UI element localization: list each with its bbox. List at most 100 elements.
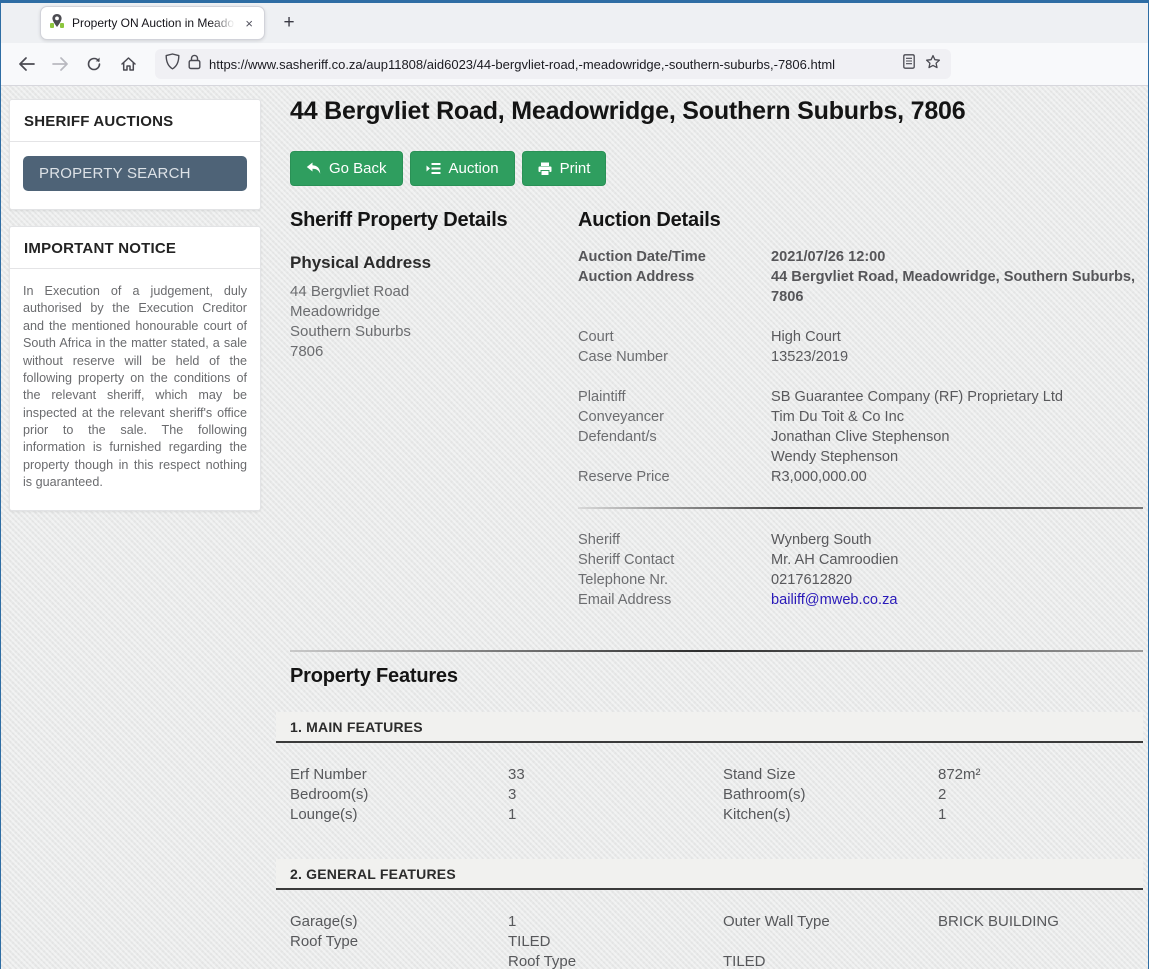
feature-value [938,932,1143,952]
bookmark-star-icon[interactable] [925,54,941,75]
reload-icon[interactable] [79,49,109,79]
detail-label: Email Address [578,590,771,610]
detail-label: Auction Address [578,267,771,307]
sheriff-property-details-heading: Sheriff Property Details [290,209,578,232]
feature-value: TILED [508,932,723,952]
detail-label: Case Number [578,347,771,367]
detail-row: Sheriff ContactMr. AH Camroodien [578,550,1143,570]
feature-table: Garage(s)1Outer Wall TypeBRICK BUILDINGR… [276,890,1143,969]
detail-row: ConveyancerTim Du Toit & Co Inc [578,407,1143,427]
auction-button[interactable]: Auction [410,151,515,186]
email-link[interactable]: bailiff@mweb.co.za [771,590,1143,610]
important-notice-text: In Execution of a judgement, duly author… [23,283,247,492]
detail-row: Reserve PriceR3,000,000.00 [578,467,1143,487]
auction-detail-group: SheriffWynberg SouthSheriff ContactMr. A… [578,530,1143,610]
feature-label: Lounge(s) [290,805,508,825]
address-line: 44 Bergvliet Road [290,282,578,302]
shield-icon[interactable] [165,53,180,75]
action-buttons: Go Back Auction Print [290,151,1143,186]
feature-value: 3 [508,785,723,805]
detail-label: Telephone Nr. [578,570,771,590]
detail-value: Wynberg South [771,530,1143,550]
feature-label: Erf Number [290,765,508,785]
new-tab-button[interactable]: + [277,11,301,35]
url-text[interactable]: https://www.sasheriff.co.za/aup11808/aid… [209,57,895,72]
detail-row: Wendy Stephenson [578,447,1143,467]
detail-value: 44 Bergvliet Road, Meadowridge, Southern… [771,267,1143,307]
reply-arrow-icon [306,162,321,175]
feature-value: 33 [508,765,723,785]
feature-section-header: 1. MAIN FEATURES [276,712,1143,743]
feature-row: Bedroom(s)3Bathroom(s)2 [290,785,1143,805]
feature-section-header: 2. GENERAL FEATURES [276,859,1143,890]
detail-label: Auction Date/Time [578,247,771,267]
feature-section-title: 2. GENERAL FEATURES [290,866,1129,882]
feature-row: Roof TypeTILED [290,952,1143,969]
feature-table: Erf Number33Stand Size872m²Bedroom(s)3Ba… [276,743,1143,835]
detail-row: Defendant/sJonathan Clive Stephenson [578,427,1143,447]
forward-arrow-icon[interactable] [45,49,75,79]
feature-value [938,952,1143,969]
detail-value: Wendy Stephenson [771,447,1143,467]
feature-label: Kitchen(s) [723,805,938,825]
feature-label: Outer Wall Type [723,912,938,932]
detail-value: SB Guarantee Company (RF) Proprietary Lt… [771,387,1143,407]
feature-label: Stand Size [723,765,938,785]
reader-view-icon[interactable] [903,54,915,74]
feature-label [290,952,508,969]
feature-label: Bedroom(s) [290,785,508,805]
auction-detail-group: Auction Date/Time2021/07/26 12:00Auction… [578,247,1143,307]
auction-details-column: Auction Details Auction Date/Time2021/07… [578,209,1143,630]
sheriff-auctions-panel: SHERIFF AUCTIONS PROPERTY SEARCH [9,99,261,210]
detail-row: Auction Address44 Bergvliet Road, Meadow… [578,267,1143,307]
feature-value: 1 [508,805,723,825]
feature-value: 2 [938,785,1143,805]
detail-label: Conveyancer [578,407,771,427]
feature-value: BRICK BUILDING [938,912,1143,932]
address-line: Southern Suburbs [290,322,578,342]
detail-row: Case Number13523/2019 [578,347,1143,367]
browser-window: Property ON Auction in Meado × + https:/… [0,0,1149,969]
home-icon[interactable] [113,49,143,79]
detail-row: CourtHigh Court [578,327,1143,347]
feature-label: Roof Type [290,932,508,952]
browser-tab[interactable]: Property ON Auction in Meado × [40,6,265,40]
tab-close-icon[interactable]: × [242,15,256,32]
list-icon [426,162,441,175]
page-title: 44 Bergvliet Road, Meadowridge, Southern… [290,97,1143,126]
detail-label: Court [578,327,771,347]
sidebar: SHERIFF AUCTIONS PROPERTY SEARCH IMPORTA… [9,99,261,527]
back-arrow-icon[interactable] [11,49,41,79]
lock-icon[interactable] [188,54,201,75]
detail-row: SheriffWynberg South [578,530,1143,550]
features-sections: 1. MAIN FEATURES Erf Number33Stand Size87… [276,712,1143,969]
detail-value: Jonathan Clive Stephenson [771,427,1143,447]
address-line: 7806 [290,342,578,362]
property-search-button[interactable]: PROPERTY SEARCH [23,156,247,191]
feature-label [723,932,938,952]
detail-value: 0217612820 [771,570,1143,590]
content-divider [290,650,1143,652]
url-bar[interactable]: https://www.sasheriff.co.za/aup11808/aid… [155,49,951,79]
auction-details-heading: Auction Details [578,209,1143,232]
feature-row: Roof TypeTILED [290,932,1143,952]
detail-value: 2021/07/26 12:00 [771,247,1143,267]
go-back-button[interactable]: Go Back [290,151,403,186]
tab-title: Property ON Auction in Meado [72,16,235,30]
property-details-column: Sheriff Property Details Physical Addres… [290,209,578,630]
feature-label: Garage(s) [290,912,508,932]
tab-bar: Property ON Auction in Meado × + [1,1,1148,43]
detail-label: Plaintiff [578,387,771,407]
feature-label: Bathroom(s) [723,785,938,805]
sheriff-auctions-title: SHERIFF AUCTIONS [24,113,246,130]
print-button[interactable]: Print [522,151,607,186]
page-content: SHERIFF AUCTIONS PROPERTY SEARCH IMPORTA… [1,86,1148,969]
feature-row: Garage(s)1Outer Wall TypeBRICK BUILDING [290,912,1143,932]
printer-icon [538,162,552,176]
feature-section-title: 1. MAIN FEATURES [290,719,1129,735]
detail-label [578,447,771,467]
feature-row: Erf Number33Stand Size872m² [290,765,1143,785]
physical-address-heading: Physical Address [290,253,578,273]
important-notice-panel: IMPORTANT NOTICE In Execution of a judge… [9,226,261,511]
detail-value: Mr. AH Camroodien [771,550,1143,570]
